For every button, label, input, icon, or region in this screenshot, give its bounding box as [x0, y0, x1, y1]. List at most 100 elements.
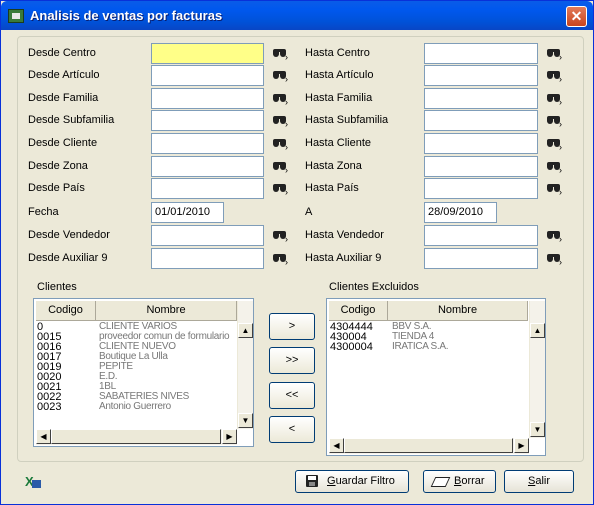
- binoculars-icon[interactable]: ›: [546, 68, 564, 84]
- binoculars-icon[interactable]: ›: [272, 113, 290, 129]
- remove-one-button[interactable]: <: [269, 416, 315, 443]
- fecha-a-label: A: [305, 206, 313, 218]
- filter-label-from: Desde Familia: [28, 92, 99, 104]
- filter-label-to: Hasta País: [305, 182, 359, 194]
- dialog-window: Analisis de ventas por facturas ✕ Desde …: [0, 0, 594, 505]
- client-name: Antonio Guerrero: [99, 401, 171, 412]
- clientes-col-nombre[interactable]: Nombre: [96, 301, 237, 321]
- binoculars-icon[interactable]: ›: [546, 113, 564, 129]
- borrar-button[interactable]: Borrar: [423, 470, 496, 493]
- filter-input-from[interactable]: [151, 133, 264, 154]
- filter-label-from: Desde Zona: [28, 160, 88, 172]
- scroll-up-icon[interactable]: ▲: [238, 323, 253, 338]
- window-title: Analisis de ventas por facturas: [30, 8, 223, 23]
- filter-label-from: Desde Subfamilia: [28, 114, 115, 126]
- filter-label-to: Hasta Familia: [305, 92, 373, 104]
- binoculars-icon[interactable]: ›: [546, 46, 564, 62]
- filter-input-to[interactable]: [424, 156, 538, 177]
- scroll-right-icon[interactable]: ▶: [222, 429, 237, 444]
- client-name: IRATICA S.A.: [392, 341, 449, 352]
- filter-label-from: Desde País: [28, 182, 85, 194]
- filter-label-from: Desde Cliente: [28, 137, 98, 149]
- excluidos-hscroll[interactable]: ◀ ▶: [329, 438, 529, 454]
- filter-label-to: Hasta Artículo: [305, 69, 374, 81]
- fecha-label: Fecha: [28, 206, 59, 218]
- close-icon: ✕: [570, 8, 583, 24]
- filter-input-to[interactable]: [424, 88, 538, 109]
- floppy-disk-icon: [306, 475, 318, 487]
- binoculars-icon[interactable]: ›: [272, 159, 290, 175]
- excluidos-hscroll-thumb[interactable]: [344, 438, 513, 453]
- filter-input-from[interactable]: [151, 110, 264, 131]
- clientes-hscroll-thumb[interactable]: [51, 429, 221, 444]
- filter-input-to[interactable]: [424, 133, 538, 154]
- excluidos-col-codigo[interactable]: Codigo: [329, 301, 388, 321]
- filter-input-to[interactable]: [424, 225, 538, 246]
- filter-input-from[interactable]: [151, 43, 264, 64]
- guardar-filtro-button[interactable]: Guardar Filtro: [295, 470, 409, 493]
- app-icon: [8, 9, 24, 23]
- filter-input-from[interactable]: [151, 88, 264, 109]
- client-code: 4300004: [330, 341, 373, 353]
- filter-label-from: Desde Auxiliar 9: [28, 252, 108, 264]
- binoculars-icon[interactable]: ›: [272, 136, 290, 152]
- eraser-icon: [430, 477, 451, 487]
- filter-input-from[interactable]: [151, 178, 264, 199]
- binoculars-icon[interactable]: ›: [272, 228, 290, 244]
- excluidos-col-nombre[interactable]: Nombre: [388, 301, 528, 321]
- binoculars-icon[interactable]: ›: [546, 91, 564, 107]
- excluidos-list[interactable]: Codigo Nombre 4304444 BBV S.A. 430004 TIEND…: [326, 298, 546, 456]
- salir-button[interactable]: Salir: [504, 470, 574, 493]
- filter-label-to: Hasta Auxiliar 9: [305, 252, 382, 264]
- binoculars-icon[interactable]: ›: [272, 46, 290, 62]
- scroll-right-icon[interactable]: ▶: [514, 438, 529, 453]
- scroll-left-icon[interactable]: ◀: [36, 429, 51, 444]
- filter-label-from: Desde Vendedor: [28, 229, 110, 241]
- client-code: 0023: [37, 401, 62, 413]
- filter-input-from[interactable]: [151, 248, 264, 269]
- clientes-hscroll[interactable]: ◀ ▶: [36, 429, 237, 445]
- clientes-col-codigo[interactable]: Codigo: [36, 301, 96, 321]
- add-one-button[interactable]: >: [269, 313, 315, 340]
- clientes-label: Clientes: [37, 281, 77, 293]
- filter-input-to[interactable]: [424, 43, 538, 64]
- scroll-up-icon[interactable]: ▲: [530, 323, 545, 338]
- excluidos-label: Clientes Excluidos: [329, 281, 419, 293]
- binoculars-icon[interactable]: ›: [546, 159, 564, 175]
- filter-label-from: Desde Artículo: [28, 69, 100, 81]
- fecha-hasta-input[interactable]: 28/09/2010: [424, 202, 497, 223]
- filter-input-from[interactable]: [151, 225, 264, 246]
- filter-label-from: Desde Centro: [28, 47, 96, 59]
- filter-input-from[interactable]: [151, 65, 264, 86]
- filter-input-to[interactable]: [424, 110, 538, 131]
- filter-label-to: Hasta Subfamilia: [305, 114, 389, 126]
- scroll-down-icon[interactable]: ▼: [530, 422, 545, 437]
- filter-label-to: Hasta Zona: [305, 160, 362, 172]
- fecha-desde-input[interactable]: 01/01/2010: [151, 202, 224, 223]
- scroll-left-icon[interactable]: ◀: [329, 438, 344, 453]
- filter-label-to: Hasta Cliente: [305, 137, 372, 149]
- binoculars-icon[interactable]: ›: [546, 251, 564, 267]
- binoculars-icon[interactable]: ›: [272, 251, 290, 267]
- binoculars-icon[interactable]: ›: [546, 136, 564, 152]
- binoculars-icon[interactable]: ›: [272, 181, 290, 197]
- scroll-down-icon[interactable]: ▼: [238, 413, 253, 428]
- binoculars-icon[interactable]: ›: [546, 181, 564, 197]
- title-bar[interactable]: Analisis de ventas por facturas ✕: [1, 1, 593, 30]
- close-button[interactable]: ✕: [566, 6, 587, 27]
- filter-input-to[interactable]: [424, 65, 538, 86]
- clientes-vscroll[interactable]: ▲ ▼: [237, 301, 253, 429]
- remove-all-button[interactable]: <<: [269, 382, 315, 409]
- binoculars-icon[interactable]: ›: [546, 228, 564, 244]
- filter-label-to: Hasta Vendedor: [305, 229, 384, 241]
- excel-export-icon[interactable]: X: [25, 475, 41, 489]
- filter-label-to: Hasta Centro: [305, 47, 370, 59]
- clientes-list[interactable]: Codigo Nombre 0 CLIENTE VARIOS 0015 proveed…: [33, 298, 254, 447]
- binoculars-icon[interactable]: ›: [272, 91, 290, 107]
- filter-input-to[interactable]: [424, 178, 538, 199]
- excluidos-vscroll[interactable]: ▲ ▼: [529, 301, 545, 438]
- filter-input-from[interactable]: [151, 156, 264, 177]
- add-all-button[interactable]: >>: [269, 347, 315, 374]
- filter-input-to[interactable]: [424, 248, 538, 269]
- binoculars-icon[interactable]: ›: [272, 68, 290, 84]
